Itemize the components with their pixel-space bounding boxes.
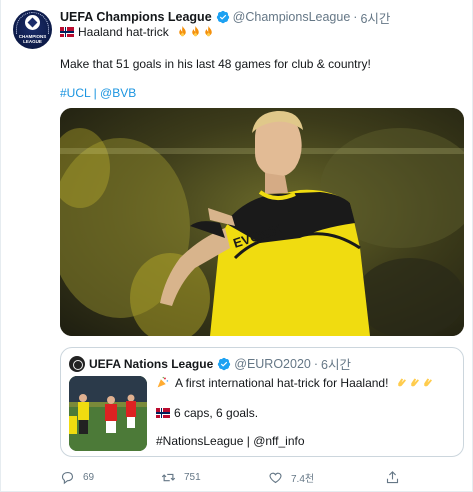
tweet-header: UEFA Champions League @ChampionsLeague ·…	[60, 8, 390, 27]
share-icon	[386, 471, 399, 484]
retweet-icon	[161, 473, 176, 482]
tweet-time[interactable]: 6시간	[360, 8, 390, 27]
tweet-body: Make that 51 goals in his last 48 games …	[60, 57, 371, 71]
author-avatar[interactable]: CHAMPIONS LEAGUE	[13, 10, 52, 49]
hashtag-separator: |	[93, 86, 97, 100]
norway-flag-icon	[60, 27, 74, 37]
share-button[interactable]	[385, 470, 408, 485]
quoted-line-2: 6 caps, 6 goals.	[156, 406, 258, 420]
quoted-line-2-text: 6 caps, 6 goals.	[174, 406, 259, 420]
reply-icon	[61, 471, 74, 485]
clap-icon	[398, 378, 406, 387]
retweet-count: 751	[184, 472, 201, 483]
quoted-header: UEFA Nations League @EURO2020 · 6시간	[69, 354, 351, 373]
tweet-photo[interactable]: EVONIK	[60, 108, 464, 336]
quoted-line-3: #NationsLeague | @nff_info	[156, 434, 305, 448]
tweet-hashtags: #UCL | @BVB	[60, 86, 136, 100]
mention-bvb[interactable]: @BVB	[100, 86, 136, 100]
heart-icon	[269, 472, 282, 484]
fire-icon	[179, 25, 186, 37]
quoted-thumbnail	[69, 376, 147, 451]
avatar-logo-text: CHAMPIONS LEAGUE	[18, 34, 47, 44]
hashtag-ucl[interactable]: #UCL	[60, 86, 90, 100]
reply-button[interactable]: 69	[60, 470, 94, 485]
football-player-photo-icon: EVONIK	[60, 108, 464, 336]
clap-icon	[424, 378, 432, 387]
tweet-card[interactable]: CHAMPIONS LEAGUE UEFA Champions League @…	[0, 0, 473, 492]
separator-dot: ·	[313, 356, 319, 371]
like-button[interactable]: 7.4천	[268, 470, 314, 485]
starball-logo-icon	[25, 15, 40, 30]
author-handle[interactable]: @ChampionsLeague	[233, 10, 351, 24]
fire-icon	[192, 25, 199, 37]
quoted-author-name[interactable]: UEFA Nations League	[89, 357, 213, 371]
quoted-handle[interactable]: @EURO2020	[234, 357, 311, 371]
quoted-line-1-text: A first international hat-trick for Haal…	[175, 376, 389, 390]
fire-icons	[176, 25, 215, 39]
verified-badge-icon	[216, 10, 229, 24]
confetti-icon	[157, 376, 169, 388]
fire-icon	[205, 25, 212, 37]
reply-count: 69	[83, 472, 95, 483]
tweet-actions: 69 751 7.4천	[60, 470, 464, 486]
quoted-time[interactable]: 6시간	[321, 354, 351, 373]
like-count: 7.4천	[291, 474, 315, 485]
separator-dot: ·	[353, 10, 358, 24]
football-match-thumbnail-icon	[69, 376, 147, 451]
quoted-line-1: A first international hat-trick for Haal…	[156, 376, 434, 390]
tweet-title-text: Haaland hat-trick	[78, 25, 169, 39]
retweet-button[interactable]: 751	[161, 470, 201, 485]
clap-icon	[411, 378, 419, 387]
verified-badge-icon	[218, 357, 231, 370]
author-name[interactable]: UEFA Champions League	[60, 10, 212, 24]
quoted-tweet[interactable]: UEFA Nations League @EURO2020 · 6시간 A fi…	[60, 347, 464, 457]
norway-flag-icon	[156, 408, 170, 418]
clap-icons	[395, 376, 434, 390]
tweet-title-line: Haaland hat-trick	[60, 25, 215, 39]
quoted-avatar[interactable]	[69, 355, 85, 372]
